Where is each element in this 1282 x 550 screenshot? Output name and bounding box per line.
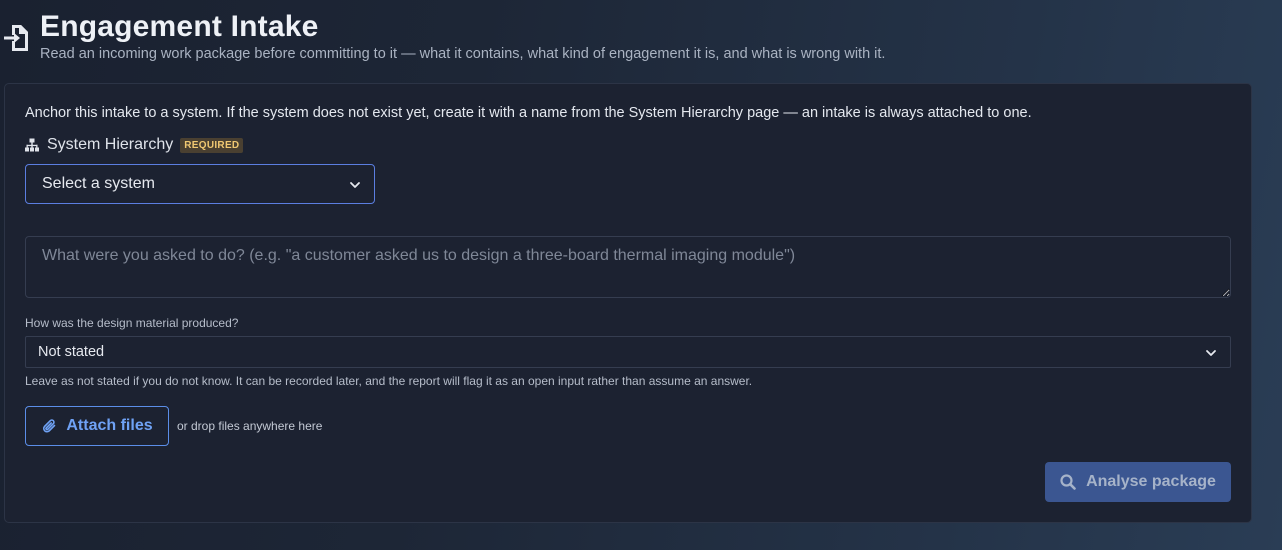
search-icon bbox=[1060, 474, 1076, 490]
design-method-help: Leave as not stated if you do not know. … bbox=[25, 374, 753, 388]
sitemap-icon bbox=[25, 138, 39, 152]
chevron-down-icon bbox=[1206, 350, 1216, 356]
drop-files-hint: or drop files anywhere here bbox=[177, 419, 323, 433]
chevron-down-icon bbox=[350, 182, 360, 188]
design-method-label: How was the design material produced? bbox=[25, 316, 239, 330]
page-header: Engagement Intake Read an incoming work … bbox=[0, 0, 1282, 80]
paperclip-icon bbox=[43, 419, 56, 433]
system-select-value: Select a system bbox=[42, 175, 155, 192]
system-select[interactable]: Select a system bbox=[25, 164, 375, 204]
attach-files-label: Attach files bbox=[66, 417, 153, 434]
page-subtitle: Read an incoming work package before com… bbox=[40, 46, 886, 62]
task-description-input[interactable] bbox=[25, 236, 1231, 298]
file-import-icon bbox=[4, 25, 28, 51]
system-hierarchy-label: System Hierarchy bbox=[47, 136, 174, 153]
analyse-package-label: Analyse package bbox=[1086, 473, 1216, 490]
page-title: Engagement Intake bbox=[40, 10, 319, 43]
anchor-instructions: Anchor this intake to a system. If the s… bbox=[25, 105, 1032, 121]
system-hierarchy-label-row: System Hierarchy REQUIRED bbox=[25, 135, 244, 155]
intake-panel: Anchor this intake to a system. If the s… bbox=[4, 83, 1252, 523]
attach-files-button[interactable]: Attach files bbox=[25, 406, 169, 446]
design-method-select-value: Not stated bbox=[38, 344, 105, 360]
analyse-package-button[interactable]: Analyse package bbox=[1045, 462, 1231, 502]
required-badge: REQUIRED bbox=[180, 137, 244, 153]
design-method-select[interactable]: Not stated bbox=[25, 336, 1231, 368]
